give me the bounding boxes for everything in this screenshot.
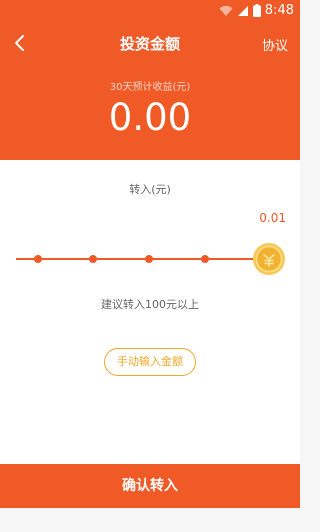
header: 投资金额 协议 30天预计收益(元) 0.00 [0,24,300,160]
slider-step-dot[interactable] [89,255,97,263]
signal-icon [237,5,249,17]
earnings-label: 30天预计收益(元) [109,82,191,93]
slider-step-dot[interactable] [201,255,209,263]
slider-step-dot[interactable] [145,255,153,263]
transfer-amount-label: 转入(元) [129,183,171,196]
agreement-link[interactable]: 协议 [262,35,288,54]
earnings-value: 0.00 [108,96,192,139]
coin-icon[interactable] [252,242,286,276]
status-bar: 8:48 [0,0,300,24]
amount-slider-track[interactable] [16,258,268,260]
manual-input-button[interactable]: 手动输入金额 [104,348,196,376]
slider-step-dot[interactable] [34,255,42,263]
battery-icon [252,4,261,17]
wifi-icon [219,5,233,17]
transfer-card: 转入(元) 0.01 建议转入100元以上 手动输入金额 [0,160,300,464]
status-time: 8:48 [264,3,294,18]
confirm-transfer-button[interactable]: 确认转入 [0,464,300,508]
page-title: 投资金额 [119,35,180,53]
suggestion-hint: 建议转入100元以上 [101,298,199,311]
transfer-amount-value: 0.01 [259,211,286,225]
status-icons: 8:48 [219,3,294,18]
